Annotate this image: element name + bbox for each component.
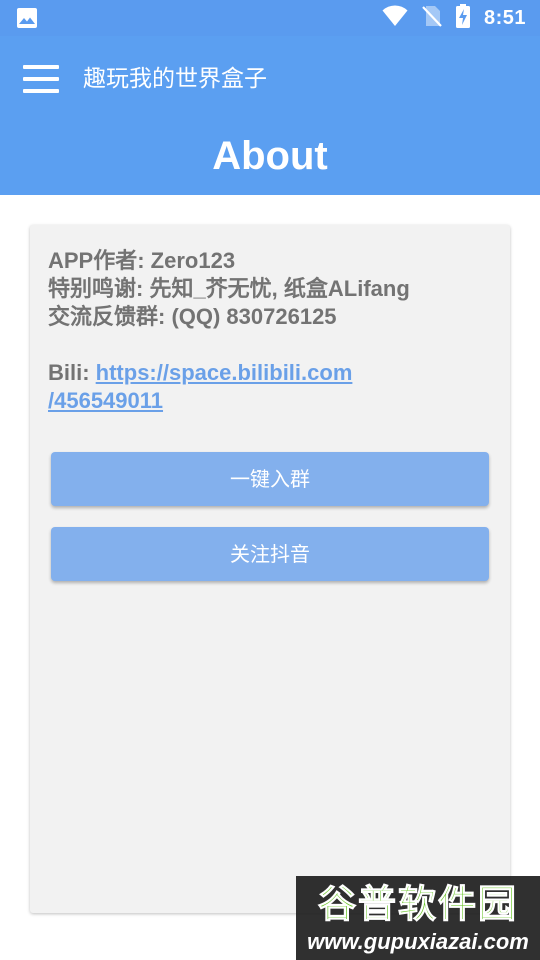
group-text: 交流反馈群: (QQ) 830726125 bbox=[48, 304, 337, 329]
watermark: 谷普软件园 www.gupuxiazai.com bbox=[296, 876, 540, 960]
app-title: 趣玩我的世界盒子 bbox=[83, 66, 267, 92]
no-sim-icon bbox=[422, 5, 442, 32]
battery-charging-icon bbox=[455, 3, 470, 33]
follow-douyin-button[interactable]: 关注抖音 bbox=[51, 527, 489, 581]
author-text: APP作者: Zero123 bbox=[48, 248, 236, 273]
wifi-icon bbox=[382, 4, 408, 32]
join-group-button[interactable]: 一键入群 bbox=[51, 452, 489, 506]
bili-link-continued[interactable]: /456549011 bbox=[48, 388, 163, 413]
status-time: 8:51 bbox=[483, 6, 526, 29]
status-bar: 8:51 bbox=[0, 0, 540, 36]
about-info: APP作者: Zero123 特别鸣谢: 先知_芥无忧, 纸盒ALifang 交… bbox=[48, 247, 498, 415]
bili-link[interactable]: https://space.bilibili.com bbox=[96, 360, 353, 385]
about-card: APP作者: Zero123 特别鸣谢: 先知_芥无忧, 纸盒ALifang 交… bbox=[30, 225, 510, 913]
app-bar: 趣玩我的世界盒子 About bbox=[0, 36, 540, 195]
watermark-title: 谷普软件园 bbox=[317, 882, 518, 927]
image-icon bbox=[16, 7, 38, 29]
page-heading: About bbox=[212, 134, 328, 178]
hamburger-menu-icon[interactable] bbox=[23, 64, 59, 94]
bili-block: Bili: https://space.bilibili.com /456549… bbox=[48, 359, 498, 415]
bili-label: Bili: bbox=[48, 360, 96, 385]
watermark-url: www.gupuxiazai.com bbox=[307, 929, 529, 954]
thanks-text: 特别鸣谢: 先知_芥无忧, 纸盒ALifang bbox=[48, 276, 410, 301]
